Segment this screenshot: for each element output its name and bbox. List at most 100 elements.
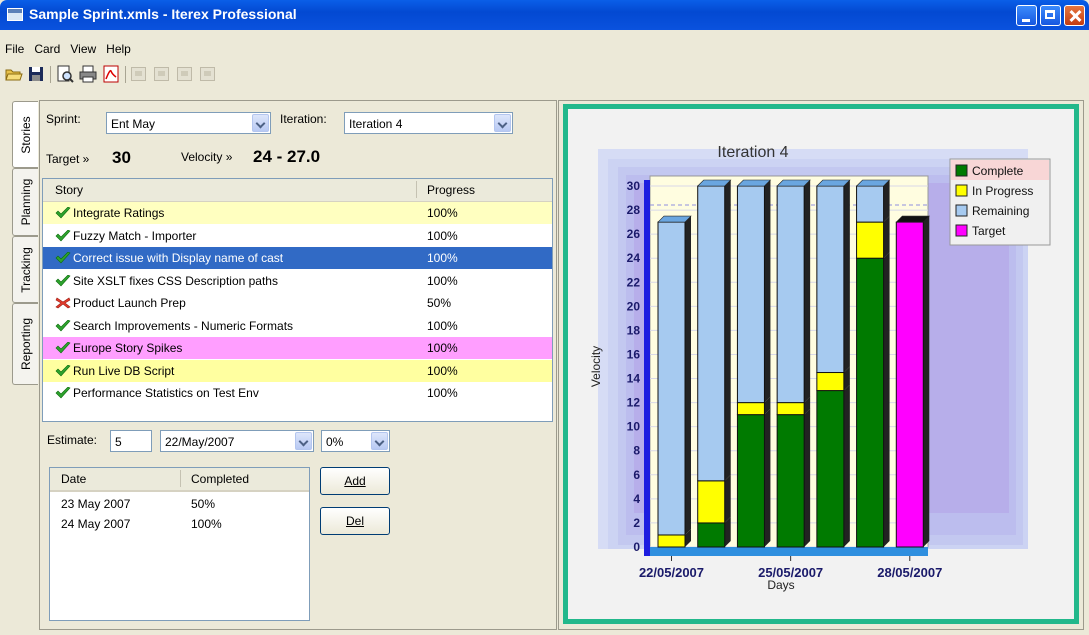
window-title: Sample Sprint.xmls - Iterex Professional xyxy=(29,6,297,22)
print-preview-icon[interactable] xyxy=(55,64,75,84)
tab-stories[interactable]: Stories xyxy=(12,101,38,168)
y-tick-label: 22 xyxy=(627,275,641,289)
maximize-button[interactable] xyxy=(1040,5,1061,26)
history-completed: 100% xyxy=(191,517,222,531)
chart-title: Iteration 4 xyxy=(717,144,788,161)
bar-side xyxy=(685,216,691,535)
story-list[interactable]: Story Progress Integrate Ratings 100% Fuzz… xyxy=(42,178,553,422)
add-button[interactable]: Add xyxy=(320,467,390,495)
chevron-down-icon[interactable] xyxy=(252,114,269,132)
bar-segment xyxy=(856,185,885,223)
checkmark-icon xyxy=(55,319,71,331)
column-header-story[interactable]: Story xyxy=(55,183,83,197)
column-header-date[interactable]: Date xyxy=(61,472,86,486)
table-row[interactable]: 24 May 2007 100% xyxy=(50,513,309,535)
bar-top xyxy=(776,179,811,187)
table-row[interactable]: Europe Story Spikes 100% xyxy=(43,337,552,359)
legend-swatch xyxy=(955,224,968,237)
y-tick-label: 8 xyxy=(633,444,640,458)
app-icon[interactable] xyxy=(7,8,23,21)
table-row[interactable]: Run Live DB Script 100% xyxy=(43,359,552,382)
menu-help[interactable]: Help xyxy=(101,42,136,60)
move-bottom-icon[interactable] xyxy=(200,67,215,81)
table-row[interactable]: Site XSLT fixes CSS Description paths 100… xyxy=(43,270,552,292)
y-tick-label: 12 xyxy=(627,396,641,410)
column-header-progress[interactable]: Progress xyxy=(427,183,475,197)
history-list[interactable]: Date Completed 23 May 2007 50% 24 May 2007… xyxy=(49,467,310,621)
tab-reporting[interactable]: Reporting xyxy=(12,303,38,385)
disabled-card-icon[interactable] xyxy=(131,67,146,81)
story-progress: 100% xyxy=(427,318,458,333)
legend-swatch xyxy=(955,184,968,197)
sprint-label: Sprint: xyxy=(46,112,81,126)
y-tick-label: 28 xyxy=(627,203,641,217)
y-tick-label: 26 xyxy=(627,227,641,241)
table-row[interactable]: Correct issue with Display name of cast 1… xyxy=(43,247,552,269)
story-name: Correct issue with Display name of cast xyxy=(73,251,284,265)
table-row[interactable]: Product Launch Prep 50% xyxy=(43,292,552,314)
table-row[interactable]: Fuzzy Match - Importer 100% xyxy=(43,225,552,247)
menu-view[interactable]: View xyxy=(65,42,101,60)
velocity-chart: 02468101214161820222426283022/05/2007 25/… xyxy=(589,144,1051,592)
bar-segment xyxy=(697,522,726,548)
close-button[interactable] xyxy=(1064,5,1085,26)
bar-side xyxy=(843,180,850,373)
bar-side xyxy=(883,216,890,259)
chart-floor xyxy=(646,547,928,556)
bar-segment xyxy=(776,185,805,404)
chevron-down-icon[interactable] xyxy=(371,432,388,450)
table-row[interactable]: Search Improvements - Numeric Formats 100… xyxy=(43,315,552,337)
table-row[interactable]: 23 May 2007 50% xyxy=(50,493,309,515)
bar-side xyxy=(804,180,811,403)
bar-segment xyxy=(816,372,845,392)
chevron-down-icon[interactable] xyxy=(295,432,312,450)
pdf-export-icon[interactable] xyxy=(101,64,121,84)
y-tick-label: 18 xyxy=(627,323,641,337)
estimate-input[interactable]: 5 xyxy=(110,430,152,452)
x-axis-label: Days xyxy=(767,578,794,592)
legend-entry: Complete xyxy=(972,164,1024,178)
save-icon[interactable] xyxy=(26,64,46,84)
story-list-header: Story Progress xyxy=(43,179,552,203)
story-name: Search Improvements - Numeric Formats xyxy=(73,318,294,333)
chevron-down-icon[interactable] xyxy=(494,114,511,132)
menu-card[interactable]: Card xyxy=(29,42,65,60)
print-icon[interactable] xyxy=(78,64,98,84)
sprint-select[interactable]: Ent May xyxy=(106,112,271,134)
tab-planning[interactable]: Planning xyxy=(12,168,38,236)
bar-segment xyxy=(736,414,765,548)
bar-segment xyxy=(816,390,845,548)
story-progress: 100% xyxy=(427,386,458,400)
y-tick-label: 0 xyxy=(633,540,640,554)
estimate-date-select[interactable]: 22/May/2007 xyxy=(160,430,314,452)
y-tick-label: 10 xyxy=(627,420,641,434)
story-name: Performance Statistics on Test Env xyxy=(73,386,259,400)
table-row[interactable]: Performance Statistics on Test Env 100% xyxy=(43,382,552,404)
menu-file[interactable]: File xyxy=(0,42,29,60)
move-down-icon[interactable] xyxy=(177,67,192,81)
table-row[interactable]: Integrate Ratings 100% xyxy=(43,202,552,224)
del-button[interactable]: Del xyxy=(320,507,390,535)
checkmark-icon xyxy=(55,364,71,376)
bar-segment xyxy=(736,402,765,416)
bar-segment xyxy=(657,534,686,548)
legend-entry: In Progress xyxy=(972,184,1033,198)
bar-segment xyxy=(856,221,885,259)
iteration-select[interactable]: Iteration 4 xyxy=(344,112,513,134)
history-date: 23 May 2007 xyxy=(61,497,131,511)
estimate-percent-select[interactable]: 0% xyxy=(321,430,390,452)
checkmark-icon xyxy=(55,274,71,286)
bar-top xyxy=(895,215,931,223)
story-progress: 100% xyxy=(427,228,458,243)
checkmark-icon xyxy=(55,229,71,241)
column-header-completed[interactable]: Completed xyxy=(191,472,249,486)
y-tick-label: 30 xyxy=(627,179,641,193)
bar-segment xyxy=(697,480,726,524)
bar-side xyxy=(764,180,771,403)
minimize-button[interactable] xyxy=(1016,5,1037,26)
tab-tracking[interactable]: Tracking xyxy=(12,236,38,303)
bar-top xyxy=(657,215,692,223)
open-folder-icon[interactable] xyxy=(4,64,24,84)
move-up-icon[interactable] xyxy=(154,67,169,81)
story-progress: 100% xyxy=(427,363,458,378)
